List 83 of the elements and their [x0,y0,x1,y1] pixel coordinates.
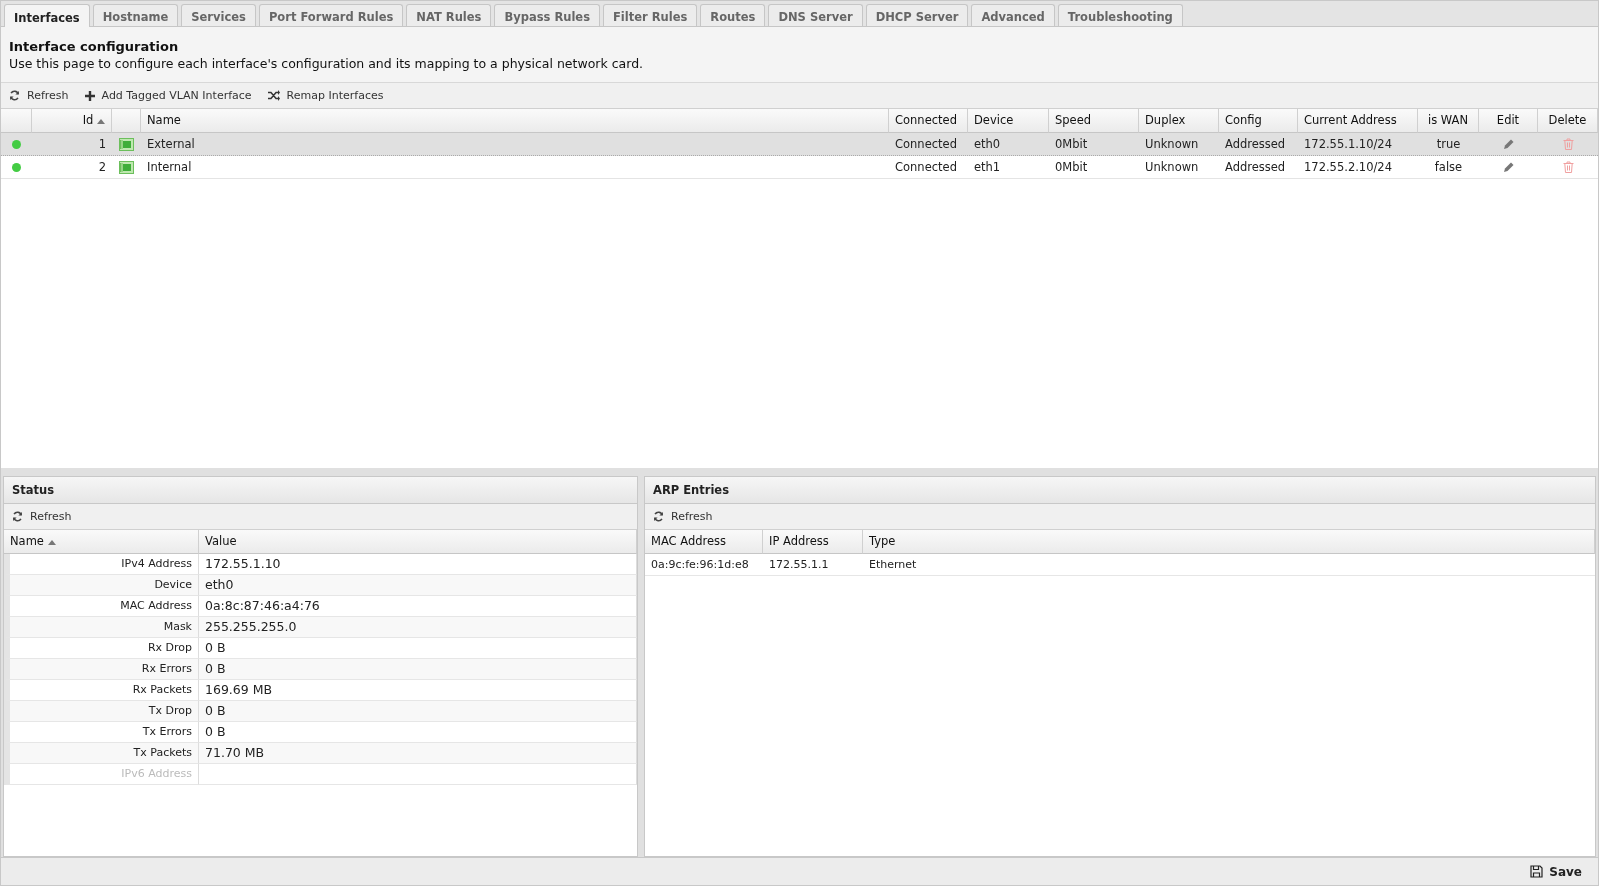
property-name: Device [4,575,199,596]
table-cell-text: Addressed [1224,159,1287,176]
plus-icon [84,90,95,101]
tab[interactable]: Filter Rules [603,4,698,26]
table-cell-text: Unknown [1144,159,1200,176]
column-header[interactable]: Type [863,530,1595,554]
tab[interactable]: Routes [700,4,766,26]
column-header[interactable]: Value [199,530,637,554]
tab[interactable]: DHCP Server [865,4,969,26]
table-cell-text: Internal [146,159,193,176]
column-header[interactable]: Id [32,109,112,133]
tab[interactable]: NAT Rules [406,4,492,26]
property-value: 71.70 MB [199,743,637,764]
network-card-icon [119,137,134,151]
page-description: Use this page to configure each interface's configuration and its mapping to a physical network card. [9,56,645,71]
table-cell: 0a:9c:fe:96:1d:e8 [645,554,763,576]
toolbar-button[interactable]: Remap Interfaces [267,89,384,102]
network-card-icon [119,160,134,174]
tab[interactable]: Interfaces [4,4,90,27]
column-header[interactable]: Duplex [1139,109,1219,133]
table-cell-text: Connected [894,159,958,176]
tab[interactable]: Bypass Rules [494,4,600,26]
property-name: IPv6 Address [4,764,199,785]
column-header[interactable]: Connected [889,109,968,133]
panel-title: Status [4,477,637,504]
tab[interactable]: Advanced [971,4,1055,26]
column-header[interactable]: Delete [1538,109,1598,133]
table-cell-text: 0Mbit [1054,159,1089,176]
refresh-icon [9,90,20,101]
pencil-icon[interactable] [1502,161,1515,173]
table-cell-text: true [1435,136,1462,153]
property-value: eth0 [199,575,637,596]
sort-ascending-icon [47,540,56,545]
table-cell-text: Addressed [1224,136,1287,153]
table-cell-text: Connected [894,136,958,153]
column-header[interactable]: is WAN [1418,109,1479,133]
tab[interactable]: Hostname [92,4,179,26]
column-header[interactable]: MAC Address [645,530,763,554]
column-header[interactable]: Edit [1479,109,1538,133]
tab[interactable]: Port Forward Rules [258,4,404,26]
table-cell-text: External [146,136,196,153]
shuffle-icon [267,90,280,101]
trash-icon[interactable] [1562,161,1574,173]
refresh-button[interactable]: Refresh [653,510,713,523]
save-button[interactable]: Save [1524,863,1588,880]
column-header[interactable]: Current Address [1298,109,1418,133]
tab[interactable]: Troubleshooting [1057,4,1183,26]
property-value: 255.255.255.0 [199,617,637,638]
table-cell: 172.55.1.1 [763,554,863,576]
tab[interactable]: Services [181,4,256,26]
table-cell-text: false [1433,159,1464,176]
toolbar-button[interactable]: Add Tagged VLAN Interface [84,89,252,102]
column-header[interactable]: Name [141,109,889,133]
table-cell-text: 0Mbit [1054,136,1089,153]
property-name: Mask [4,617,199,638]
table-cell-text: 172.55.2.10/24 [1303,159,1393,176]
table-cell-text: Unknown [1144,136,1200,153]
refresh-icon [653,511,664,522]
table-cell-text: 1 [97,136,107,153]
table-cell-text: eth1 [973,159,1002,176]
property-name: Tx Drop [4,701,199,722]
table-cell-text: eth0 [973,136,1002,153]
table-cell-text: 172.55.1.10/24 [1303,136,1393,153]
column-header[interactable]: Device [968,109,1049,133]
panel-title: ARP Entries [645,477,1595,504]
property-name: Tx Packets [4,743,199,764]
column-header[interactable]: IP Address [763,530,863,554]
property-name: Rx Errors [4,659,199,680]
refresh-icon [12,511,23,522]
toolbar-button[interactable]: Refresh [9,89,69,102]
column-header[interactable]: Config [1219,109,1298,133]
sort-ascending-icon [97,119,105,124]
column-header[interactable]: Speed [1049,109,1139,133]
table-cell: Ethernet [863,554,1595,576]
tab[interactable]: DNS Server [768,4,863,26]
table-cell-text: 2 [97,159,107,176]
refresh-button[interactable]: Refresh [12,510,72,523]
table-row[interactable]: 1 External Connected eth0 0Mbit Unknown Addressed 172.55.1.10/24 true [1,133,1598,156]
property-value: 0 B [199,659,637,680]
page-title: Interface configuration [9,39,180,54]
pencil-icon[interactable] [1502,138,1515,150]
property-value: 0 B [199,701,637,722]
column-header[interactable]: Name [4,530,199,554]
